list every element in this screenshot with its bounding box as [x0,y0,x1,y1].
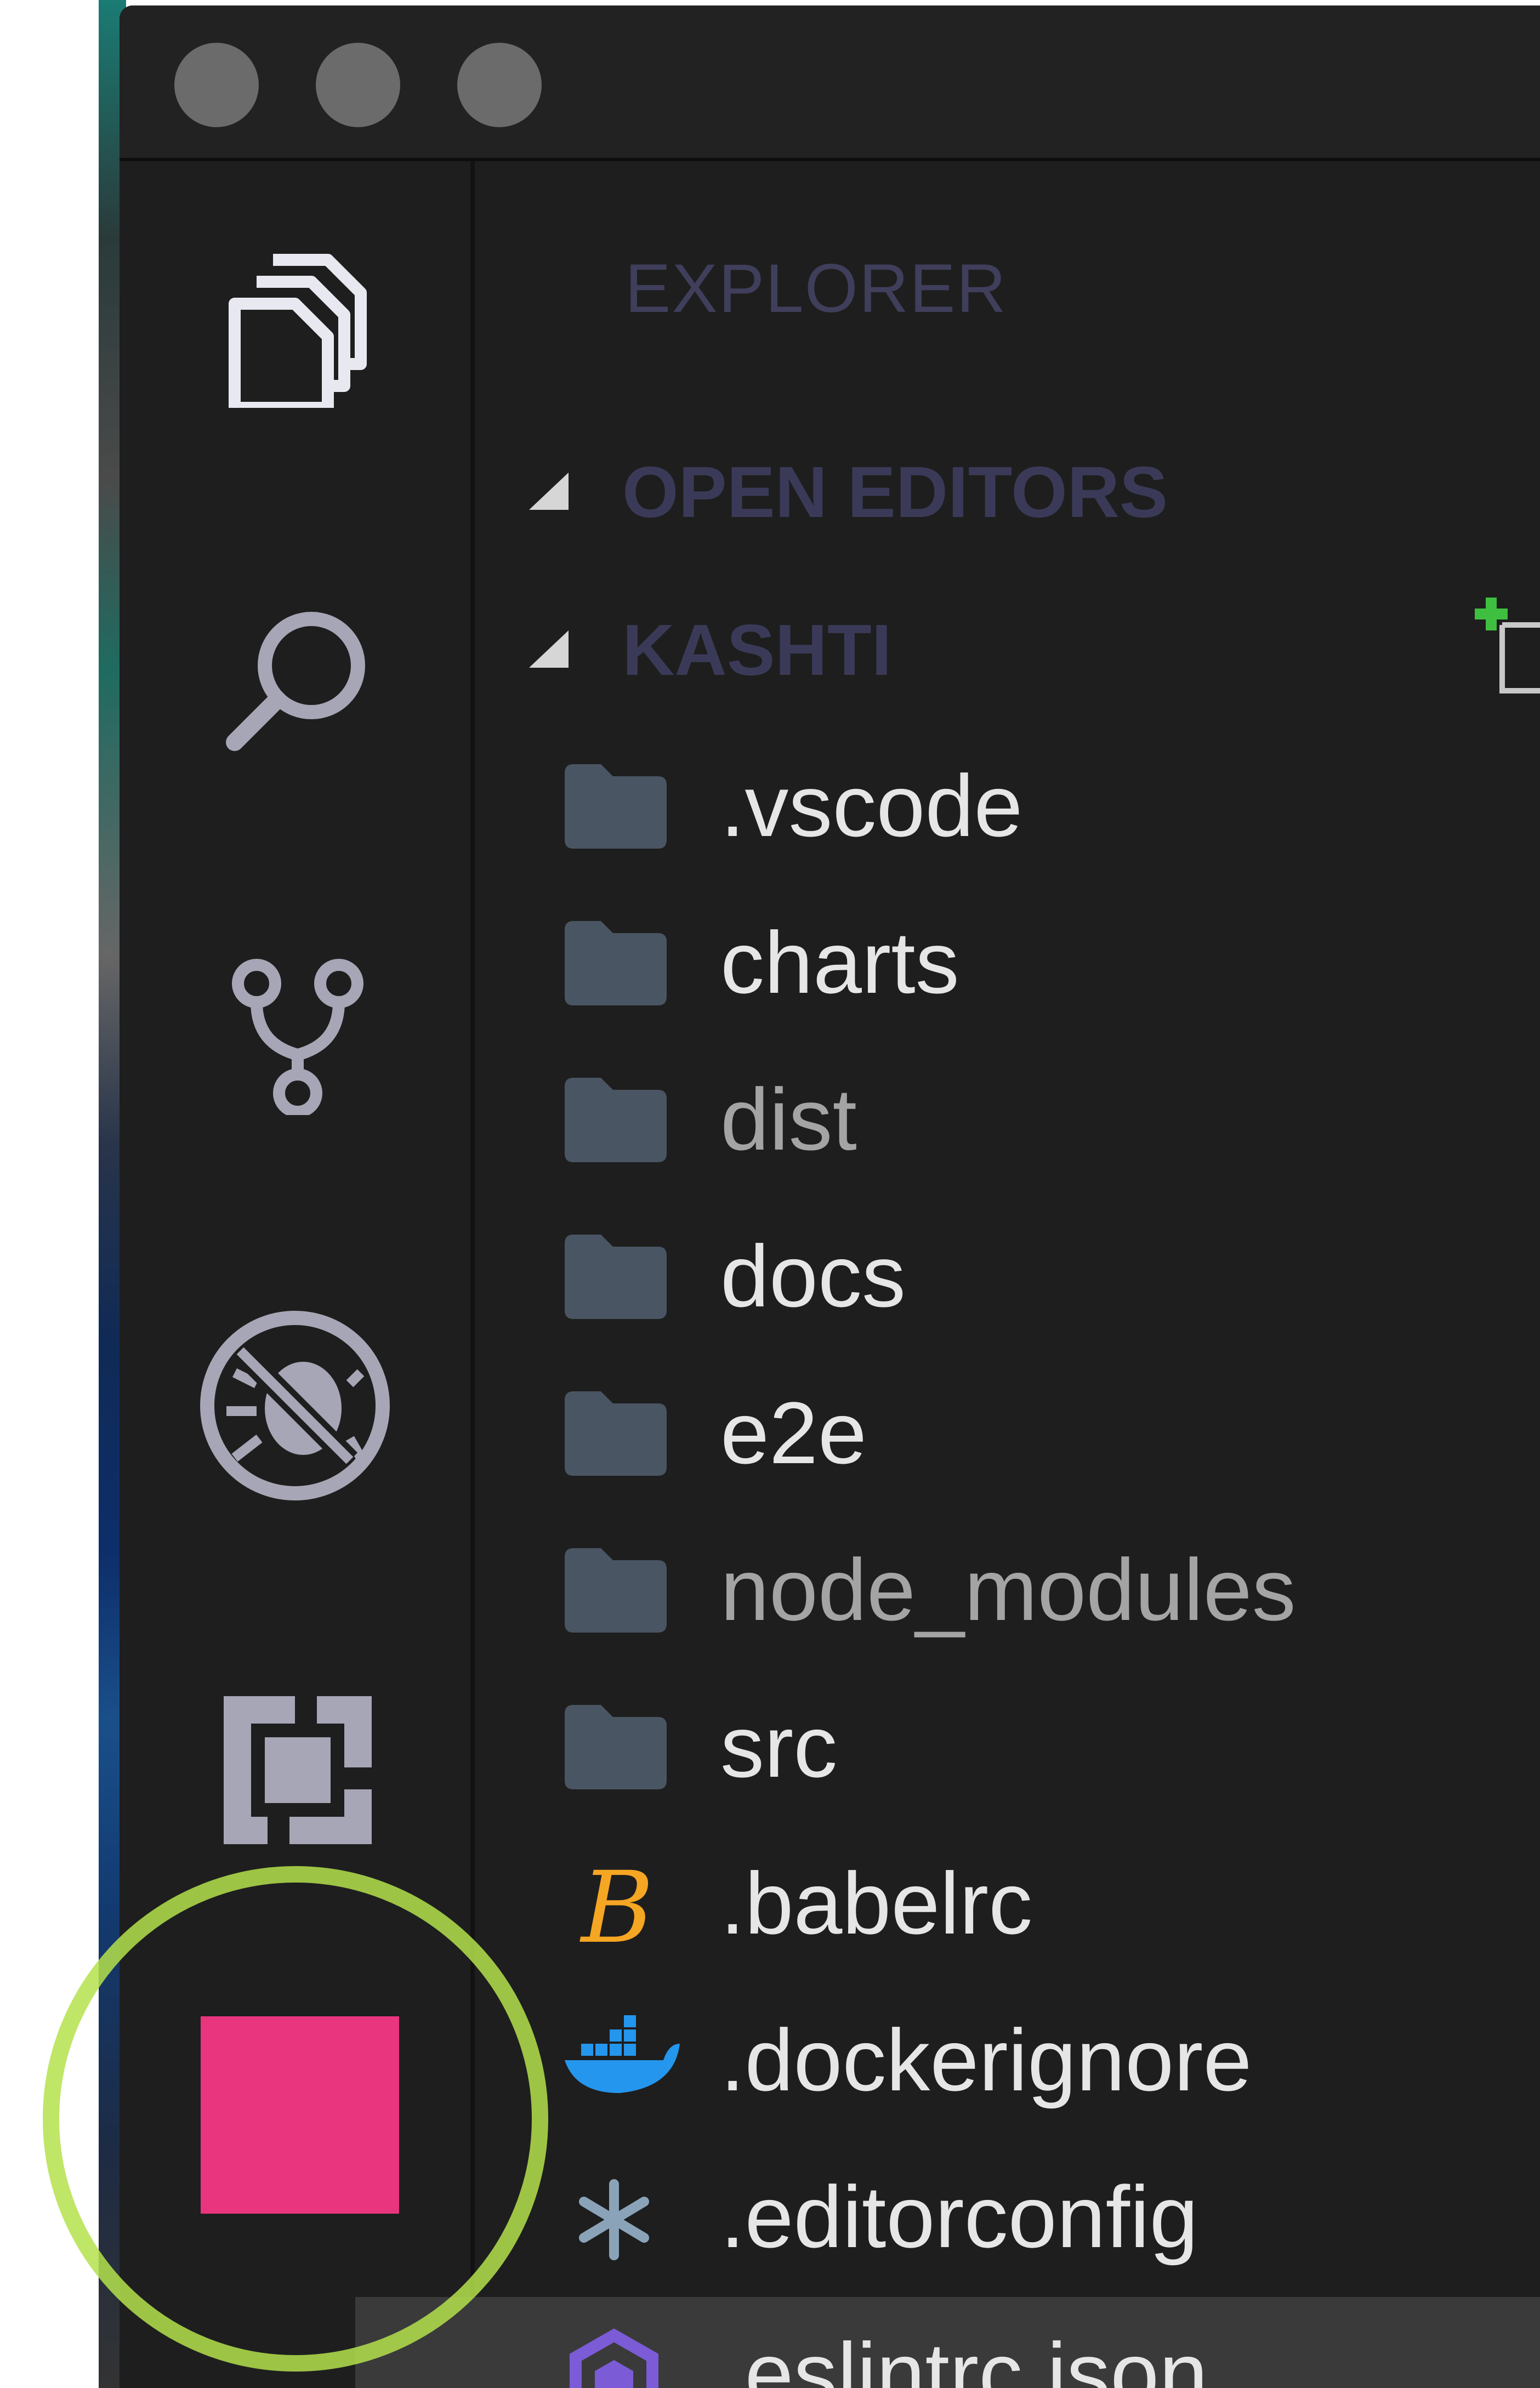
folder-icon [559,1070,669,1174]
files-icon[interactable] [213,243,377,414]
file-label: charts [720,913,959,1011]
search-icon[interactable] [213,600,377,764]
source-control-icon[interactable] [213,951,377,1118]
file-label: .babelrc [720,1854,1033,1952]
file-item[interactable]: .eslintrc.json [355,2297,1540,2388]
file-label: .dockerignore [720,2011,1252,2109]
folder-icon [559,1227,669,1331]
folder-icon [559,757,669,861]
folder-item[interactable]: .vscode [355,729,1540,887]
folder-icon [559,1697,669,1801]
folder-item[interactable]: node_modules [355,1513,1540,1671]
close-window-button[interactable] [174,43,259,127]
zoom-window-button[interactable] [457,43,542,127]
babel-file-icon: B [559,1851,669,1965]
folder-item[interactable]: dist [355,1043,1540,1201]
folder-icon [559,1384,669,1488]
file-label: .eslintrc.json [720,2324,1208,2388]
folder-item[interactable]: charts [355,886,1540,1044]
folder-item[interactable]: e2e [355,1356,1540,1514]
file-label: src [720,1697,838,1795]
docker-file-icon [559,2011,680,2115]
extensions-icon[interactable] [213,1685,377,1850]
section-kashti[interactable]: KASHTI [622,609,891,691]
new-file-icon[interactable] [1464,592,1540,702]
file-label: node_modules [720,1540,1296,1639]
collapse-triangle-icon[interactable] [529,473,569,510]
file-label: .editorconfig [720,2168,1198,2266]
folder-item[interactable]: src [355,1670,1540,1828]
folder-item[interactable]: docs [355,1199,1540,1357]
file-label: dist [720,1070,857,1168]
file-label: e2e [720,1384,867,1482]
collapse-triangle-icon[interactable] [529,630,569,668]
svg-text:B: B [579,1854,653,1958]
folder-icon [559,913,669,1017]
explorer-title: EXPLORER [625,251,1007,327]
highlight-ring [43,1866,548,2372]
screen: EXPLORER OPEN EDITORS KASHTI .vscode char… [0,0,1540,2388]
section-open-editors[interactable]: OPEN EDITORS [622,451,1168,533]
minimize-window-button[interactable] [316,43,400,127]
folder-icon [559,1540,669,1645]
editorconfig-file-icon [559,2168,669,2272]
title-bar [120,5,1540,161]
file-label: docs [720,1227,906,1325]
file-item[interactable]: B .babelrc [355,1827,1540,1985]
eslint-file-icon [559,2324,669,2388]
file-label: .vscode [720,757,1023,855]
